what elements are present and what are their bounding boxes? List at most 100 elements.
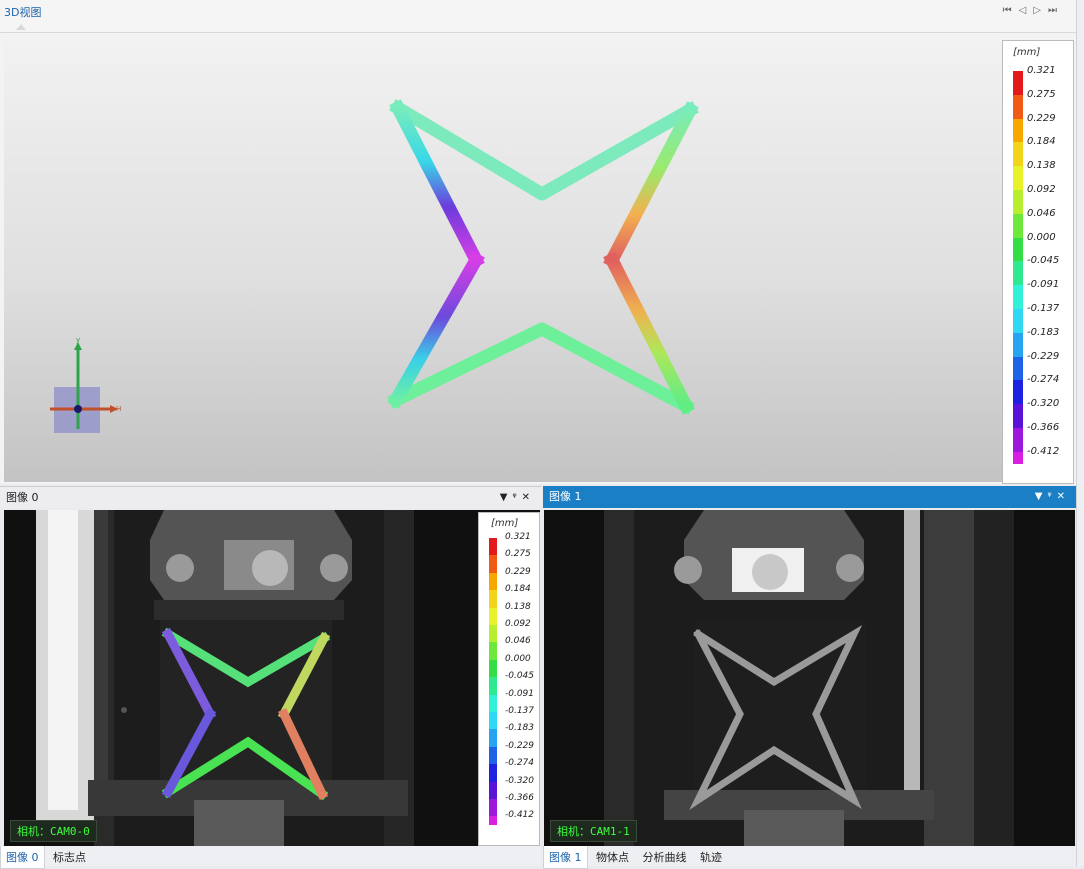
legend-tick-label: 0.184: [1027, 136, 1056, 148]
legend-swatch: [1013, 404, 1023, 428]
close-icon[interactable]: ✕: [1057, 491, 1070, 502]
panel-image-0-controls: ▼ᵠ✕: [500, 487, 535, 509]
first-tab-icon[interactable]: ⏮: [1003, 5, 1019, 16]
legend-tick-label: 0.138: [505, 601, 531, 612]
3d-view-panel: 3D视图 ⏮◁▷⏭ y H [mm] 0.321 0.275 0.229 0.1…: [0, 0, 1076, 484]
side-scroll-strip[interactable]: [1076, 0, 1084, 866]
next-tab-icon[interactable]: ▷: [1033, 5, 1048, 16]
tab-trajectory[interactable]: 轨迹: [695, 846, 727, 868]
legend-tick-label: 0.046: [1027, 207, 1056, 219]
color-legend-3d: [mm] 0.321 0.275 0.229 0.184 0.138 0.092 0.046 0…: [1002, 40, 1074, 484]
legend-tick-label: 0.000: [1027, 231, 1056, 243]
3d-star-scene: y H: [50, 99, 699, 433]
dropdown-icon[interactable]: ▼: [500, 492, 513, 503]
legend-swatch: [1013, 261, 1023, 286]
tab-analysis-curves[interactable]: 分析曲线: [638, 846, 692, 868]
legend-tick-label: -0.091: [1027, 279, 1060, 291]
legend-swatch: [489, 746, 497, 765]
legend-tick-label: -0.366: [1027, 422, 1060, 433]
panel-image-1-title: 图像 1: [549, 490, 582, 503]
legend-tick-label: 0.321: [505, 532, 531, 542]
camera-image-0[interactable]: 相机：CAM0-0: [4, 510, 540, 846]
3d-canvas[interactable]: y H: [4, 34, 1002, 482]
legend-tick-label: -0.183: [505, 723, 535, 734]
legend-tick-label: 0.229: [1027, 112, 1056, 124]
legend-swatch: [489, 781, 497, 799]
legend-swatch: [1013, 118, 1023, 143]
legend-swatch: [489, 590, 497, 608]
panel-image-1-controls: ▼ᵠ✕: [1035, 486, 1070, 508]
legend-swatch: [1013, 190, 1023, 214]
legend-swatch: [1013, 237, 1023, 262]
legend-unit: [mm]: [1013, 47, 1041, 58]
legend-tick-label: 0.275: [1027, 88, 1056, 100]
legend-tick-label: -0.366: [505, 793, 535, 803]
tab-object-points[interactable]: 物体点: [591, 846, 634, 868]
camera-image-1-scene: [544, 510, 1075, 846]
prev-tab-icon[interactable]: ◁: [1019, 5, 1034, 16]
legend-tick-label: -0.274: [1027, 374, 1060, 386]
legend-tick-label: -0.229: [1027, 350, 1060, 362]
legend-swatch: [489, 816, 497, 826]
pin-icon[interactable]: ᵠ: [1047, 491, 1056, 502]
axis-gizmo-icon: y H: [50, 336, 121, 433]
close-icon[interactable]: ✕: [522, 492, 535, 503]
pin-icon[interactable]: ᵠ: [512, 492, 521, 503]
tab-markers[interactable]: 标志点: [48, 846, 91, 868]
legend-swatch: [1013, 332, 1023, 357]
legend-swatch: [489, 659, 497, 678]
legend-tick-label: 0.000: [505, 653, 531, 664]
legend-tick-label: 0.138: [1027, 160, 1056, 172]
panel-image-0-header: 图像 0 ▼ᵠ✕: [0, 486, 541, 508]
legend-swatch: [1013, 94, 1023, 119]
legend-swatch: [1013, 142, 1023, 167]
legend-tick-label: -0.183: [1027, 326, 1060, 338]
legend-swatch: [1013, 309, 1023, 333]
legend-swatch: [489, 677, 497, 695]
legend-swatch: [1013, 71, 1023, 95]
legend-tick-label: -0.229: [505, 740, 535, 751]
camera-label-0: 相机：CAM0-0: [10, 820, 97, 842]
legend-swatch: [1013, 285, 1023, 309]
legend-swatch: [489, 555, 497, 573]
legend-tick-label: 0.046: [505, 636, 531, 647]
legend-tick-label: -0.320: [1027, 398, 1060, 410]
legend-swatch: [489, 572, 497, 591]
legend-swatch: [1013, 380, 1023, 405]
tab-3d-view[interactable]: 3D视图: [4, 4, 41, 20]
camera-label-1: 相机：CAM1-1: [550, 820, 637, 842]
legend-swatch: [489, 799, 497, 817]
camera-image-1[interactable]: 相机：CAM1-1: [544, 510, 1075, 846]
legend-tick-label: -0.320: [505, 775, 535, 786]
legend-swatch: [1013, 356, 1023, 381]
legend-tick-label: 0.092: [505, 619, 531, 629]
axis-x-label: H: [116, 405, 121, 413]
panel-1-tab-bar: 图像 1 物体点 分析曲线 轨迹: [543, 846, 1076, 869]
legend-tick-label: -0.091: [505, 688, 535, 699]
legend-swatch: [489, 642, 497, 660]
axis-y-label: y: [76, 336, 80, 344]
legend-swatch: [1013, 213, 1023, 238]
legend-tick-label: 0.321: [1027, 65, 1056, 76]
legend-swatch: [489, 538, 497, 556]
legend-tick-label: -0.137: [1027, 303, 1060, 314]
legend-tick-label: -0.045: [1027, 255, 1060, 267]
legend-swatch: [1013, 451, 1023, 464]
camera-image-0-scene: [4, 510, 540, 846]
legend-unit: [mm]: [491, 518, 519, 529]
legend-swatch: [489, 625, 497, 643]
legend-swatch: [489, 694, 497, 712]
legend-swatch: [489, 607, 497, 625]
legend-tick-label: -0.045: [505, 671, 535, 682]
color-legend-image-0: [mm] 0.321 0.275 0.229 0.184 0.138 0.092 0.046 0…: [478, 512, 540, 846]
panel-0-tab-bar: 图像 0 标志点: [0, 846, 541, 869]
tab-strip: 3D视图 ⏮◁▷⏭: [0, 0, 1076, 33]
legend-swatch: [1013, 428, 1023, 452]
legend-swatch: [489, 764, 497, 782]
tab-navigation: ⏮◁▷⏭: [1003, 5, 1064, 16]
panel-image-1-header: 图像 1 ▼ᵠ✕: [543, 486, 1076, 508]
legend-tick-label: 0.092: [1027, 184, 1056, 195]
dropdown-icon[interactable]: ▼: [1035, 491, 1048, 502]
last-tab-icon[interactable]: ⏭: [1048, 5, 1064, 16]
displacement-star: [387, 99, 699, 415]
